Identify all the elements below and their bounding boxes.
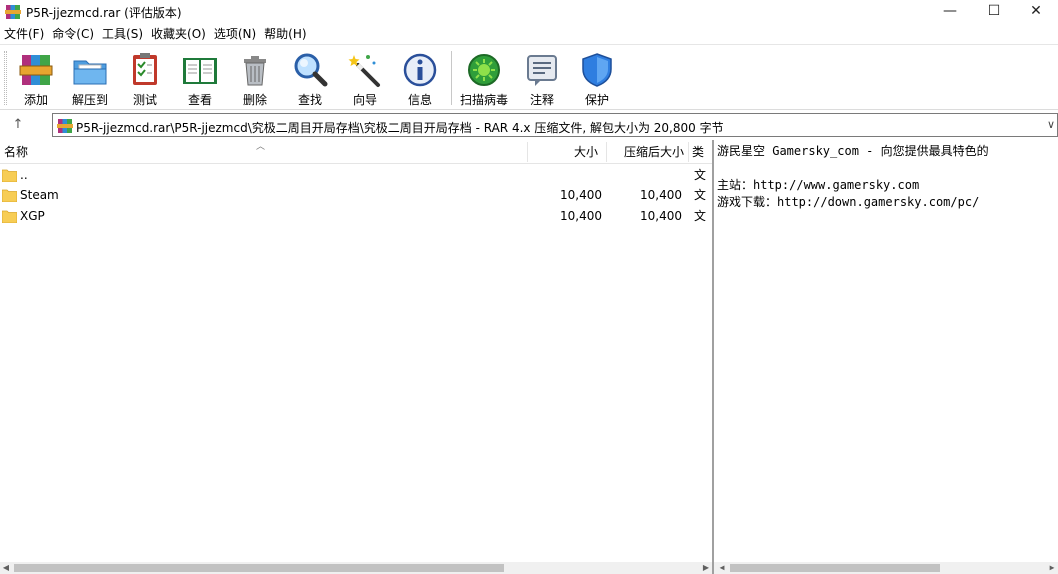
find-label: 查找 [297,93,322,107]
address-row: ↑ P5R-jjezmcd.rar\P5R-jjezmcd\究极二周目开局存档\… [0,112,1058,138]
folder-icon [2,189,17,202]
view-button[interactable]: 查看 [174,49,226,107]
comment-note-icon [527,55,557,86]
menu-tools[interactable]: 工具(S) [98,24,147,44]
file-name: XGP [20,209,45,223]
view-label: 查看 [187,93,212,107]
test-label: 测试 [132,93,157,107]
info-icon [403,53,437,87]
scroll-left-icon[interactable]: ◀ [716,562,728,574]
comment-line: 主站：http://www.gamersky.com [717,178,920,192]
trash-icon [244,56,266,86]
add-label: 添加 [23,93,48,107]
minimize-button[interactable]: — [928,0,972,22]
toolbar-separator [451,51,452,105]
comment-button[interactable]: 注释 [516,49,568,107]
menu-favorites[interactable]: 收藏夹(O) [147,24,210,44]
comment-horizontal-scrollbar[interactable]: ◀ ▶ [714,562,1058,574]
toolbar: 添加 解压到 测试 查看 删除 查找 向导 信息 扫描病毒 注释 保护 [0,44,1058,110]
file-row-parent[interactable]: .. 文 [0,165,712,186]
scan-virus-label: 扫描病毒 [459,93,508,107]
view-book-icon [183,58,217,84]
column-name[interactable]: 名称 [4,140,524,164]
menu-options[interactable]: 选项(N) [210,24,260,44]
test-button[interactable]: 测试 [119,49,171,107]
wizard-label: 向导 [352,93,377,107]
protect-button[interactable]: 保护 [571,49,623,107]
archive-comment-pane[interactable]: 游民星空 Gamersky_com - 向您提供最具特色的 主站：http://… [714,140,1058,574]
file-name: Steam [20,188,59,202]
window-title: P5R-jjezmcd.rar (评估版本) [26,6,182,20]
menu-bar: 文件(F) 命令(C) 工具(S) 收藏夹(O) 选项(N) 帮助(H) [0,24,1058,44]
up-one-level-button[interactable]: ↑ [8,116,28,134]
chevron-down-icon[interactable]: ∨ [1047,118,1055,131]
extract-to-button[interactable]: 解压到 [64,49,116,107]
add-archive-icon [19,55,53,85]
menu-file[interactable]: 文件(F) [0,24,48,44]
file-size: 10,400 [560,209,602,223]
column-packed-size[interactable]: 压缩后大小 [606,140,686,164]
file-list-horizontal-scrollbar[interactable]: ◀ ▶ [0,562,712,574]
file-row-xgp[interactable]: XGP 10,400 10,400 文 [0,206,712,227]
column-type[interactable]: 类 [692,140,712,164]
column-divider[interactable] [688,142,689,162]
file-packed-size: 10,400 [640,209,682,223]
file-packed-size: 10,400 [640,188,682,202]
file-type: 文 [694,209,707,223]
add-button[interactable]: 添加 [10,49,62,107]
file-packed-size [606,165,682,186]
winrar-app-icon [5,5,21,19]
file-type: 文 [694,168,707,182]
file-size: 10,400 [560,188,602,202]
comment-label: 注释 [529,93,554,107]
wizard-wand-icon [348,55,380,87]
info-label: 信息 [407,93,432,107]
maximize-button[interactable]: ☐ [972,0,1016,22]
address-combobox[interactable]: P5R-jjezmcd.rar\P5R-jjezmcd\究极二周目开局存档\究极… [52,113,1058,137]
wizard-button[interactable]: 向导 [339,49,391,107]
scroll-right-icon[interactable]: ▶ [700,562,712,574]
address-path: P5R-jjezmcd.rar\P5R-jjezmcd\究极二周目开局存档\究极… [76,121,724,135]
protect-label: 保护 [584,93,609,107]
scrollbar-thumb[interactable] [14,564,504,572]
column-header: ︿ 名称 大小 压缩后大小 类 [0,140,712,164]
file-type: 文 [694,188,707,202]
test-clipboard-icon [133,53,157,85]
delete-button[interactable]: 删除 [229,49,281,107]
extract-to-label: 解压到 [71,93,108,107]
shield-icon [582,53,612,87]
menu-help[interactable]: 帮助(H) [260,24,310,44]
scroll-right-icon[interactable]: ▶ [1046,562,1058,574]
toolbar-grip[interactable] [4,51,7,105]
scroll-left-icon[interactable]: ◀ [0,562,12,574]
extract-folder-icon [73,60,107,85]
virus-scan-icon [468,54,500,86]
find-button[interactable]: 查找 [284,49,336,107]
close-button[interactable]: ✕ [1014,0,1058,22]
file-row-steam[interactable]: Steam 10,400 10,400 文 [0,185,712,206]
scan-virus-button[interactable]: 扫描病毒 [458,49,510,107]
column-divider[interactable] [527,142,528,162]
rar-archive-icon [57,119,73,133]
info-button[interactable]: 信息 [394,49,446,107]
file-size [530,165,602,186]
file-name: .. [20,168,28,182]
delete-label: 删除 [242,93,267,107]
comment-line: 游戏下载：http://down.gamersky.com/pc/ [717,195,980,209]
title-bar: P5R-jjezmcd.rar (评估版本) — ☐ ✕ [0,0,1058,22]
column-size[interactable]: 大小 [530,140,602,164]
folder-icon [2,169,17,182]
folder-icon [2,210,17,223]
scrollbar-thumb[interactable] [730,564,940,572]
magnifier-icon [294,53,328,87]
file-list[interactable]: ︿ 名称 大小 压缩后大小 类 .. 文 Steam 10,400 10,400… [0,140,712,574]
menu-commands[interactable]: 命令(C) [48,24,98,44]
comment-line: 游民星空 Gamersky_com - 向您提供最具特色的 [717,144,989,158]
